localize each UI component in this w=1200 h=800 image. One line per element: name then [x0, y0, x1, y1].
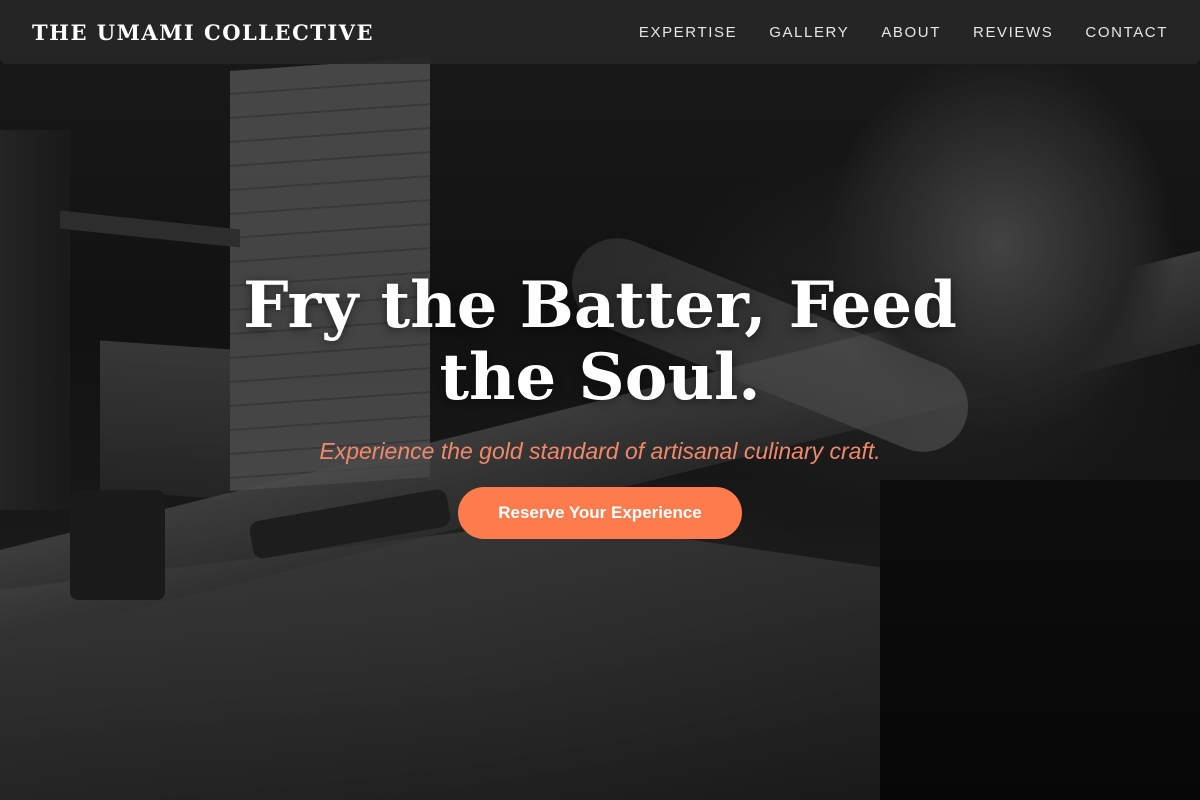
nav-links: EXPERTISE GALLERY ABOUT REVIEWS CONTACT	[639, 24, 1168, 41]
brand-logo[interactable]: THE UMAMI COLLECTIVE	[32, 20, 374, 45]
nav-link-expertise[interactable]: EXPERTISE	[639, 24, 737, 41]
top-navbar: THE UMAMI COLLECTIVE EXPERTISE GALLERY A…	[0, 0, 1200, 64]
nav-link-gallery[interactable]: GALLERY	[769, 24, 849, 41]
reserve-experience-button[interactable]: Reserve Your Experience	[458, 487, 742, 539]
hero-subtitle: Experience the gold standard of artisana…	[319, 438, 881, 464]
nav-link-reviews[interactable]: REVIEWS	[973, 24, 1053, 41]
hero-title: Fry the Batter, Feed the Soul.	[243, 268, 957, 415]
nav-link-about[interactable]: ABOUT	[881, 24, 941, 41]
nav-link-contact[interactable]: CONTACT	[1085, 24, 1168, 41]
hero-section: Fry the Batter, Feed the Soul. Experienc…	[0, 270, 1200, 539]
landing-page: THE UMAMI COLLECTIVE EXPERTISE GALLERY A…	[0, 0, 1200, 800]
